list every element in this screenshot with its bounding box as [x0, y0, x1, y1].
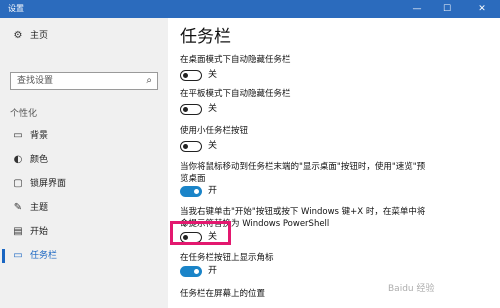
sidebar-item-label: 主页	[30, 31, 49, 41]
sidebar-item-themes[interactable]: ✎ 主题	[0, 197, 168, 219]
setting-label: 使用小任务栏按钮	[180, 126, 249, 136]
window-title: 设置	[8, 4, 24, 13]
sidebar: ⚙ 主页 查找设置 ⌕ 个性化 ▭ 背景 ◐ 颜色 ▢ 锁屏界面 ✎ 主题 ▤ …	[0, 18, 168, 308]
sidebar-item-label: 主题	[30, 203, 49, 213]
sidebar-item-start[interactable]: ▤ 开始	[0, 221, 168, 243]
active-indicator	[2, 249, 5, 263]
toggle-knob	[183, 143, 188, 149]
highlight-box	[170, 221, 231, 245]
setting-label: 在平板模式下自动隐藏任务栏	[180, 89, 291, 99]
sidebar-item-home[interactable]: ⚙ 主页	[0, 25, 168, 47]
toggle-state: 开	[208, 186, 218, 196]
page-title: 任务栏	[180, 27, 231, 47]
toggle-state: 开	[208, 266, 218, 276]
toggle-switch[interactable]	[180, 141, 202, 152]
title-bar: 设置 — ☐ ✕	[0, 0, 500, 18]
search-input[interactable]: 查找设置 ⌕	[10, 72, 158, 90]
start-icon: ▤	[13, 226, 23, 237]
main-panel: 任务栏 在桌面模式下自动隐藏任务栏 关 在平板模式下自动隐藏任务栏 关 使用小任…	[168, 18, 500, 308]
sidebar-item-label: 颜色	[30, 155, 49, 165]
toggle-knob	[183, 72, 188, 78]
toggle-switch[interactable]	[180, 266, 202, 277]
lock-screen-icon: ▢	[13, 178, 23, 189]
toggle-switch[interactable]	[180, 70, 202, 81]
toggle-switch[interactable]	[180, 186, 202, 197]
toggle-state: 关	[208, 104, 218, 114]
toggle-state: 关	[208, 70, 218, 80]
setting-label: 在桌面模式下自动隐藏任务栏	[180, 55, 291, 65]
gear-icon: ⚙	[13, 30, 23, 41]
palette-icon: ◐	[13, 154, 23, 165]
section-heading: 个性化	[10, 109, 38, 119]
toggle-knob	[194, 268, 199, 274]
sidebar-item-background[interactable]: ▭ 背景	[0, 125, 168, 147]
toggle-state: 关	[208, 141, 218, 151]
setting-label: 当你将鼠标移动到任务栏末端的"显示桌面"按钮时，使用"速览"预	[180, 162, 426, 172]
sidebar-item-label: 背景	[30, 131, 49, 141]
taskbar-icon: ▭	[13, 250, 23, 261]
search-icon: ⌕	[146, 75, 152, 86]
sidebar-item-lock-screen[interactable]: ▢ 锁屏界面	[0, 173, 168, 195]
picture-icon: ▭	[13, 130, 23, 141]
search-placeholder: 查找设置	[17, 76, 54, 86]
sidebar-item-label: 开始	[30, 227, 49, 237]
toggle-switch[interactable]	[180, 104, 202, 115]
brush-icon: ✎	[13, 202, 23, 213]
toggle-knob	[183, 106, 188, 112]
maximize-button[interactable]: ☐	[432, 0, 462, 18]
sidebar-item-label: 任务栏	[30, 251, 58, 261]
toggle-knob	[194, 188, 199, 194]
close-button[interactable]: ✕	[464, 0, 500, 18]
minimize-button[interactable]: —	[402, 0, 432, 18]
watermark: Baidu 经验	[388, 284, 435, 294]
sidebar-item-taskbar[interactable]: ▭ 任务栏	[0, 245, 168, 267]
setting-label: 在任务栏按钮上显示角标	[180, 253, 274, 263]
sidebar-item-label: 锁屏界面	[30, 179, 67, 189]
sidebar-item-colors[interactable]: ◐ 颜色	[0, 149, 168, 171]
setting-label: 览桌面	[180, 174, 206, 184]
